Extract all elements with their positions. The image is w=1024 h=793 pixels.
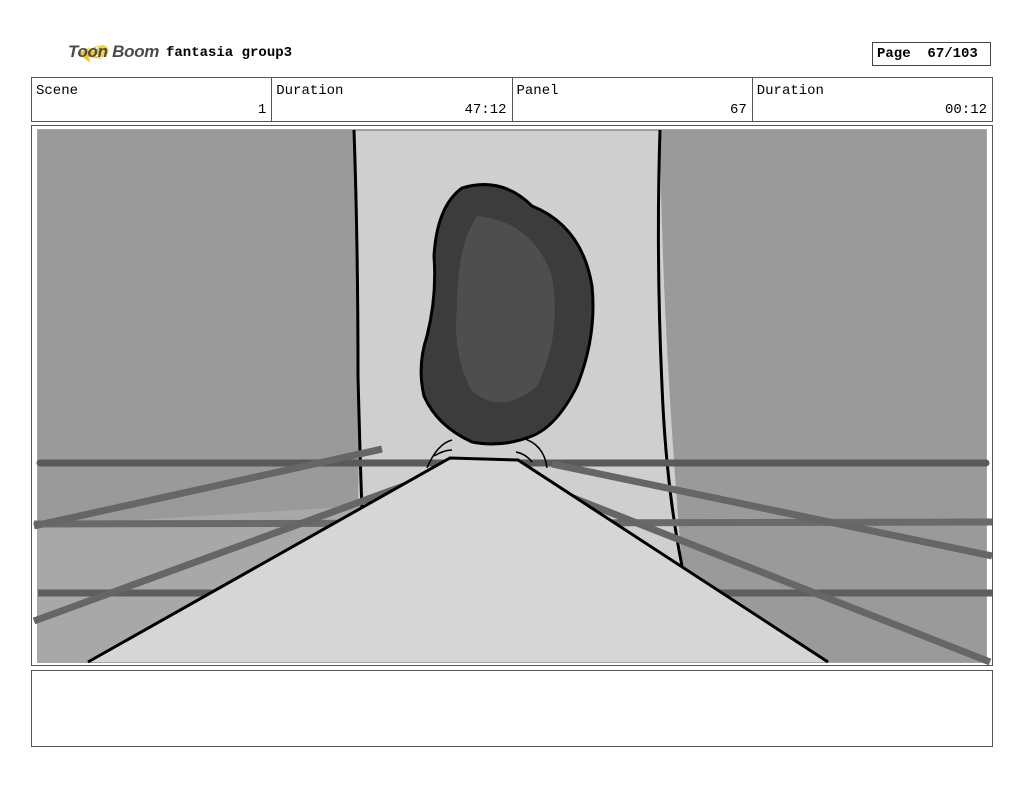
info-table: Scene 1 Duration 47:12 Panel 67 Duration… xyxy=(31,77,993,122)
page-number: 67/103 xyxy=(927,46,978,62)
project-title: fantasia group3 xyxy=(166,45,293,61)
panel-label: Panel xyxy=(516,83,559,99)
page-indicator: Page 67/103 xyxy=(872,42,991,66)
scene-value: 1 xyxy=(257,102,267,118)
storyboard-panel xyxy=(31,125,993,666)
panel-cell: Panel 67 xyxy=(513,78,753,121)
panel-value: 67 xyxy=(729,102,747,118)
scene-duration-label: Duration xyxy=(276,83,344,99)
page-label: Page xyxy=(877,46,911,62)
panel-duration-value: 00:12 xyxy=(944,102,987,118)
scene-duration-cell: Duration 47:12 xyxy=(272,78,513,121)
panel-duration-cell: Duration 00:12 xyxy=(753,78,992,121)
right-wall xyxy=(660,130,986,662)
panel-duration-label: Duration xyxy=(756,83,824,99)
panel-drawing xyxy=(32,129,992,665)
scene-duration-value: 47:12 xyxy=(464,102,507,118)
logo-text: Toon Boom xyxy=(68,42,160,61)
scene-label: Scene xyxy=(36,83,79,99)
scene-cell: Scene 1 xyxy=(32,78,273,121)
notes-box xyxy=(31,670,993,747)
